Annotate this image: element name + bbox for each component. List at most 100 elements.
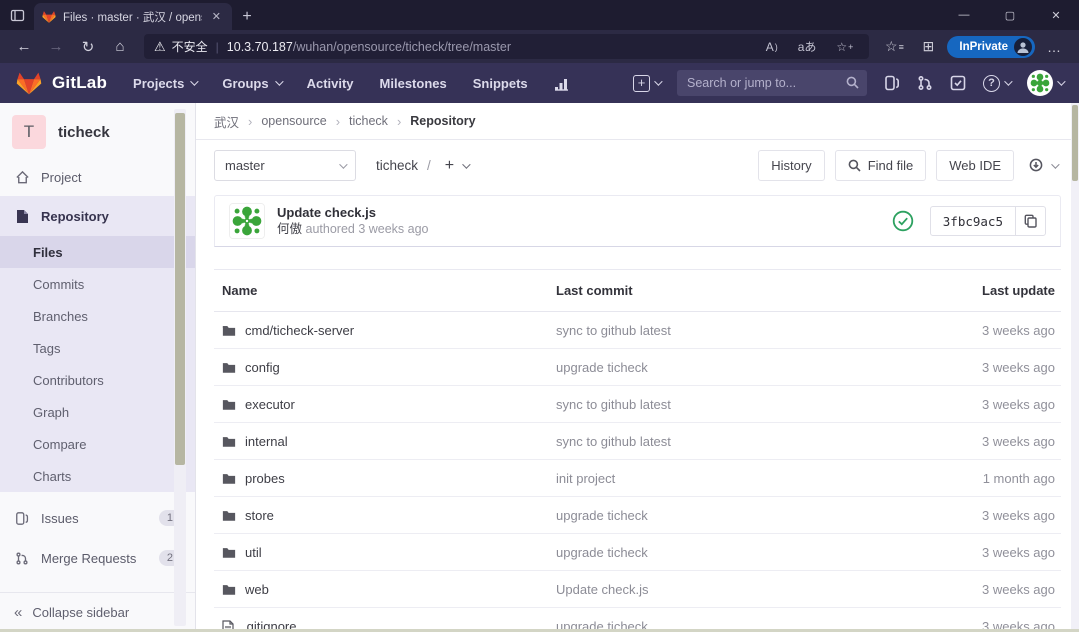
folder-icon [222,435,236,447]
nav-milestones[interactable]: Milestones [380,76,447,91]
find-file-button[interactable]: Find file [835,150,927,181]
page-scrollbar-thumb[interactable] [1072,105,1078,181]
last-commit-link[interactable]: sync to github latest [556,434,919,449]
sidebar-item-branches[interactable]: Branches [0,300,195,332]
table-row[interactable]: executor sync to github latest 3 weeks a… [214,386,1061,423]
sidebar-item-merge-requests[interactable]: Merge Requests 2 [0,538,195,578]
last-commit-link[interactable]: init project [556,471,919,486]
user-avatar [1027,70,1053,96]
nav-projects[interactable]: Projects [133,76,196,91]
commit-author-avatar[interactable] [229,203,265,239]
issues-icon [14,511,30,526]
table-row[interactable]: store upgrade ticheck 3 weeks ago [214,497,1061,534]
stats-chart-icon[interactable] [554,76,571,91]
breadcrumb-separator-icon: › [248,114,252,129]
url-text: 10.3.70.187/wuhan/opensource/ticheck/tre… [227,40,752,54]
nav-groups[interactable]: Groups [222,76,280,91]
sidebar-item-compare[interactable]: Compare [0,428,195,460]
last-update: 3 weeks ago [919,582,1059,597]
page-scrollbar[interactable] [1071,103,1079,632]
branch-selector[interactable]: master [214,150,356,181]
tab-actions-icon[interactable] [0,0,34,30]
collapse-sidebar-button[interactable]: « Collapse sidebar [0,592,195,632]
todos-icon[interactable] [950,75,966,91]
help-menu-button[interactable]: ? [983,75,1010,92]
last-update: 3 weeks ago [919,397,1059,412]
last-commit-link[interactable]: Update check.js [556,582,919,597]
last-update: 3 weeks ago [919,508,1059,523]
nav-snippets[interactable]: Snippets [473,76,528,91]
favorites-icon[interactable]: ☆≡ [879,34,909,60]
column-header-last-commit: Last commit [556,283,919,298]
add-file-dropdown[interactable]: + [445,157,468,175]
last-commit-link[interactable]: upgrade ticheck [556,545,919,560]
new-tab-button[interactable]: + [232,3,262,30]
read-aloud-icon[interactable]: A) [760,40,784,54]
sidebar-scrollbar-thumb[interactable] [175,113,185,465]
table-row[interactable]: cmd/ticheck-server sync to github latest… [214,312,1061,349]
last-commit-link[interactable]: sync to github latest [556,397,919,412]
back-button[interactable]: ← [10,34,38,60]
folder-icon [222,546,236,558]
add-favorite-icon[interactable]: ☆+ [830,40,859,54]
table-row[interactable]: probes init project 1 month ago [214,460,1061,497]
merge-requests-icon[interactable] [917,75,933,91]
gitlab-logo[interactable]: GitLab [16,71,107,96]
breadcrumb-subgroup[interactable]: opensource [261,114,326,128]
window-maximize-button[interactable]: ▢ [987,0,1033,30]
sidebar-item-tags[interactable]: Tags [0,332,195,364]
table-row[interactable]: web Update check.js 3 weeks ago [214,571,1061,608]
last-commit-link[interactable]: upgrade ticheck [556,508,919,523]
security-chip[interactable]: ⚠ 不安全 [154,38,208,55]
sidebar-item-charts[interactable]: Charts [0,460,195,492]
url-field[interactable]: ⚠ 不安全 | 10.3.70.187/wuhan/opensource/tic… [144,34,869,59]
project-header[interactable]: T ticheck [0,103,195,159]
column-header-last-update: Last update [919,283,1059,298]
commit-title-link[interactable]: Update check.js [277,204,429,222]
history-button[interactable]: History [758,150,824,181]
sidebar-item-issues[interactable]: Issues 1 [0,498,195,538]
issues-dashboard-icon[interactable] [884,75,900,91]
pipeline-status-icon[interactable] [892,210,914,232]
commit-author[interactable]: 何傲 [277,222,302,236]
last-commit-link[interactable]: upgrade ticheck [556,360,919,375]
column-header-name: Name [216,283,556,298]
user-menu-button[interactable] [1027,70,1063,96]
window-close-button[interactable]: ✕ [1033,0,1079,30]
last-commit-link[interactable]: sync to github latest [556,323,919,338]
sidebar-scrollbar[interactable] [174,109,186,626]
sidebar-item-graph[interactable]: Graph [0,396,195,428]
home-button[interactable]: ⌂ [106,34,134,60]
breadcrumb-group[interactable]: 武汉 [214,112,239,131]
sidebar-item-project[interactable]: Project [0,159,195,196]
sidebar-item-commits[interactable]: Commits [0,268,195,300]
chevron-down-icon [1051,160,1059,168]
copy-commit-sha-button[interactable] [1015,207,1045,235]
table-row[interactable]: internal sync to github latest 3 weeks a… [214,423,1061,460]
web-ide-button[interactable]: Web IDE [936,150,1014,181]
path-root-link[interactable]: ticheck [376,158,418,173]
nav-activity[interactable]: Activity [307,76,354,91]
browser-menu-icon[interactable]: … [1039,34,1069,60]
inprivate-badge[interactable]: InPrivate [947,36,1035,58]
breadcrumb-project[interactable]: ticheck [349,114,388,128]
table-row[interactable]: config upgrade ticheck 3 weeks ago [214,349,1061,386]
sidebar-item-contributors[interactable]: Contributors [0,364,195,396]
commit-sha-group: 3fbc9ac5 [930,206,1046,236]
table-header-row: Name Last commit Last update [214,270,1061,312]
window-minimize-button[interactable]: — [941,0,987,30]
browser-tab[interactable]: Files · master · 武汉 / opensourc ✕ [34,3,232,30]
search-input[interactable] [677,70,867,96]
download-source-dropdown[interactable] [1024,158,1061,173]
refresh-button[interactable]: ↻ [74,34,102,60]
table-row[interactable]: util upgrade ticheck 3 weeks ago [214,534,1061,571]
sidebar-item-files[interactable]: Files [0,236,195,268]
collections-icon[interactable]: ⊞ [913,34,943,60]
translate-icon[interactable]: aあ [792,38,823,55]
path-separator: / [427,158,431,173]
new-menu-button[interactable]: + [633,75,660,92]
chevron-down-icon [462,160,470,168]
sidebar-item-repository[interactable]: Repository [0,196,195,236]
commit-sha[interactable]: 3fbc9ac5 [931,207,1015,235]
tab-close-icon[interactable]: ✕ [209,10,224,23]
